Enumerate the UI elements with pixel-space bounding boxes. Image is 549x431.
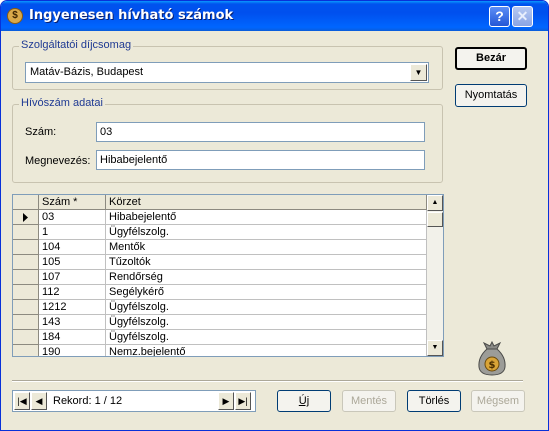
grid-header: Szám * Körzet (13, 195, 427, 210)
table-row[interactable]: 105 Tűzoltók (13, 255, 427, 270)
cell-area[interactable]: Tűzoltók (106, 255, 427, 270)
row-indicator (13, 240, 39, 255)
grid-header-indicator (13, 195, 39, 210)
cell-area[interactable]: Mentők (106, 240, 427, 255)
cancel-button[interactable]: Mégsem (471, 390, 525, 412)
name-field[interactable]: Hibabejelentő (96, 150, 425, 170)
row-indicator (13, 225, 39, 240)
package-select[interactable]: Matáv-Bázis, Budapest ▼ (25, 62, 429, 83)
number-field-value: 03 (100, 126, 113, 138)
scroll-down-icon[interactable]: ▼ (427, 340, 443, 356)
next-record-icon[interactable]: ▶ (218, 392, 234, 410)
delete-button-label: Törlés (418, 395, 450, 407)
cell-number[interactable]: 190 (39, 345, 106, 356)
column-header-number[interactable]: Szám * (39, 195, 106, 210)
print-button[interactable]: Nyomtatás (455, 84, 527, 107)
svg-text:$: $ (489, 360, 496, 371)
cell-area[interactable]: Ügyfélszolg. (106, 315, 427, 330)
row-indicator (13, 270, 39, 285)
chevron-down-icon[interactable]: ▼ (410, 64, 427, 81)
print-button-label: Nyomtatás (464, 89, 518, 101)
close-button-label: Bezár (476, 52, 506, 64)
cell-number[interactable]: 105 (39, 255, 106, 270)
cancel-button-label: Mégsem (476, 395, 520, 407)
cell-area[interactable]: Ügyfélszolg. (106, 330, 427, 345)
previous-record-icon[interactable]: ◀ (31, 392, 47, 410)
current-row-indicator-icon (13, 210, 39, 225)
delete-button[interactable]: Törlés (407, 390, 461, 412)
window-title: Ingyenesen hívható számok (29, 8, 234, 23)
cell-number[interactable]: 143 (39, 315, 106, 330)
cell-area[interactable]: Segélykérő (106, 285, 427, 300)
first-record-icon[interactable]: |◀ (14, 392, 30, 410)
save-button-label: Mentés (350, 395, 388, 407)
cell-number[interactable]: 1 (39, 225, 106, 240)
package-select-value: Matáv-Bázis, Budapest (30, 66, 144, 78)
package-legend: Szolgáltatói díjcsomag (19, 39, 134, 51)
new-button[interactable]: Új (277, 390, 331, 412)
package-groupbox: Szolgáltatói díjcsomag Matáv-Bázis, Buda… (12, 39, 443, 90)
grid-vertical-scrollbar[interactable]: ▲ ▼ (427, 195, 443, 356)
title-bar[interactable]: $ Ingyenesen hívható számok ? ✕ (1, 1, 548, 31)
numbers-grid[interactable]: Szám * Körzet 03 Hibabejelentő 1 Ügyféls… (12, 194, 444, 357)
scroll-up-icon[interactable]: ▲ (427, 195, 443, 211)
row-indicator (13, 255, 39, 270)
row-indicator (13, 330, 39, 345)
cell-number[interactable]: 184 (39, 330, 106, 345)
cell-area[interactable]: Ügyfélszolg. (106, 225, 427, 240)
table-row[interactable]: 1212 Ügyfélszolg. (13, 300, 427, 315)
scroll-thumb[interactable] (427, 212, 443, 227)
separator (12, 380, 523, 382)
dialog-window: $ Ingyenesen hívható számok ? ✕ Szolgált… (0, 0, 549, 431)
record-navigator: |◀ ◀ Rekord: 1 / 12 ▶ ▶| (12, 390, 256, 412)
record-counter: Rekord: 1 / 12 (53, 395, 123, 407)
number-label: Szám: (25, 126, 57, 138)
cell-area[interactable]: Hibabejelentő (106, 210, 427, 225)
cell-number[interactable]: 107 (39, 270, 106, 285)
table-row[interactable]: 107 Rendőrség (13, 270, 427, 285)
new-button-label: Új (298, 395, 310, 407)
last-record-icon[interactable]: ▶| (235, 392, 251, 410)
table-row[interactable]: 143 Ügyfélszolg. (13, 315, 427, 330)
save-button[interactable]: Mentés (342, 390, 396, 412)
row-indicator (13, 285, 39, 300)
name-label: Megnevezés: (25, 155, 91, 167)
name-field-value: Hibabejelentő (100, 154, 168, 166)
close-button[interactable]: Bezár (455, 47, 527, 70)
cell-number[interactable]: 03 (39, 210, 106, 225)
row-indicator (13, 300, 39, 315)
cell-area[interactable]: Ügyfélszolg. (106, 300, 427, 315)
table-row[interactable]: 1 Ügyfélszolg. (13, 225, 427, 240)
number-details-groupbox: Hívószám adatai Szám: 03 Megnevezés: Hib… (12, 97, 443, 183)
table-row[interactable]: 104 Mentők (13, 240, 427, 255)
cell-area[interactable]: Rendőrség (106, 270, 427, 285)
number-details-legend: Hívószám adatai (19, 97, 105, 109)
cell-number[interactable]: 104 (39, 240, 106, 255)
row-indicator (13, 315, 39, 330)
close-window-button[interactable]: ✕ (512, 6, 533, 27)
table-row[interactable]: 03 Hibabejelentő (13, 210, 427, 225)
money-bag-icon: $ (478, 341, 506, 376)
row-indicator (13, 345, 39, 356)
column-header-area[interactable]: Körzet (106, 195, 427, 210)
number-field[interactable]: 03 (96, 122, 425, 142)
cell-number[interactable]: 112 (39, 285, 106, 300)
table-row[interactable]: 190 Nemz.bejelentő (13, 345, 427, 356)
help-button[interactable]: ? (489, 6, 510, 27)
cell-number[interactable]: 1212 (39, 300, 106, 315)
table-row[interactable]: 112 Segélykérő (13, 285, 427, 300)
money-bag-icon: $ (7, 8, 23, 24)
cell-area[interactable]: Nemz.bejelentő (106, 345, 427, 356)
table-row[interactable]: 184 Ügyfélszolg. (13, 330, 427, 345)
